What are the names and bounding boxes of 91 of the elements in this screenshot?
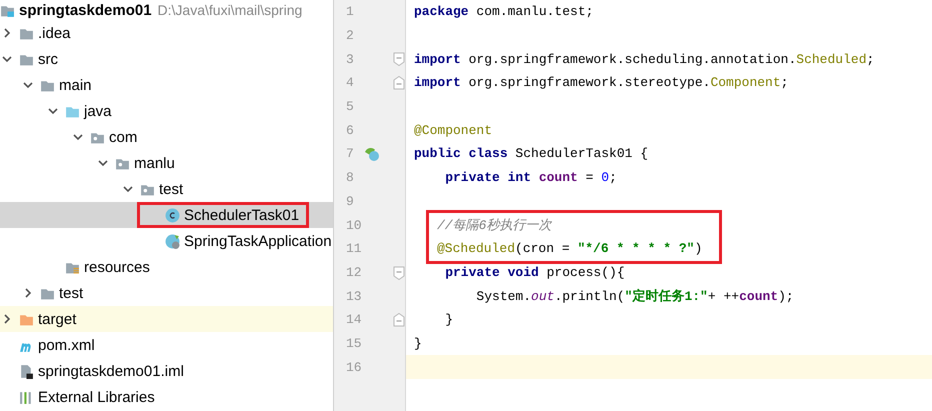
file-icon <box>19 364 34 378</box>
tree-item[interactable]: resources <box>0 254 333 280</box>
code-token: private int <box>444 170 532 186</box>
line-number: 8 <box>346 170 354 186</box>
code-token: 0 <box>601 170 610 186</box>
code-token: count <box>739 288 778 304</box>
code-token: "定时任务1:" <box>624 288 708 306</box>
tree-item-label: SpringTaskApplication <box>184 232 332 250</box>
code-token: (cron = <box>515 241 571 256</box>
tree-item-label: springtaskdemo01.iml <box>38 362 184 380</box>
tree-item[interactable]: .idea <box>0 20 333 46</box>
code-token: @Scheduled <box>437 241 516 256</box>
code-token: System. <box>475 288 532 304</box>
code-token: org.springframework.stereotype. <box>468 75 710 90</box>
code-token: ; <box>780 75 788 90</box>
line-number: 14 <box>346 312 362 328</box>
fold-marker-icon[interactable] <box>393 312 405 327</box>
tree-item[interactable]: springtaskdemo01.iml <box>0 358 333 384</box>
code-token: @Component <box>414 122 492 138</box>
code-token: out <box>531 288 554 304</box>
code-token: Scheduled <box>796 52 866 67</box>
tree-item[interactable]: test <box>0 280 333 306</box>
line-number: 10 <box>346 218 362 233</box>
code-token: ); <box>778 288 794 304</box>
tree-item-label: java <box>84 102 112 120</box>
code-token: + ++ <box>708 288 740 304</box>
tree-item-label: test <box>59 284 84 302</box>
line-number: 2 <box>346 28 354 44</box>
tree-item[interactable]: pom.xml <box>0 332 333 358</box>
code-token: public class <box>414 146 508 162</box>
line-number: 1 <box>346 4 354 20</box>
code-token: ) <box>694 241 702 256</box>
tree-item-label: .idea <box>38 24 71 42</box>
tree-item-label: test <box>159 180 184 198</box>
code-token: import <box>414 52 461 67</box>
project-path: D:\Java\fuxi\mail\spring <box>158 2 302 18</box>
code-token: "*/6 * * * * ?" <box>577 241 694 256</box>
tree-item-label: main <box>59 76 92 94</box>
code-token: process(){ <box>546 264 625 280</box>
tree-item[interactable]: target <box>0 306 333 332</box>
tree-item-label: com <box>109 128 138 146</box>
tree-item[interactable]: com <box>0 124 333 150</box>
tree-item-label: manlu <box>134 154 175 172</box>
line-number: 5 <box>346 99 354 114</box>
code-token: com.manlu.test; <box>475 4 594 20</box>
tree-item[interactable]: src <box>0 46 333 72</box>
line-number: 9 <box>346 194 354 209</box>
line-number: 15 <box>346 336 362 351</box>
libraries-icon <box>19 390 34 404</box>
code-token: //每隔6秒执行一次 <box>437 217 552 234</box>
line-number: 13 <box>346 288 362 304</box>
spring-class-icon <box>165 234 180 248</box>
line-number: 6 <box>346 122 354 138</box>
class-icon <box>165 208 180 222</box>
code-token: count <box>538 170 578 186</box>
code-token: org.springframework.scheduling.annotation. <box>468 52 796 67</box>
code-token: } <box>414 336 422 351</box>
code-token: package <box>414 4 469 20</box>
tree-item-label: resources <box>84 258 150 276</box>
tree-item[interactable]: main <box>0 72 333 98</box>
code-token: .println( <box>554 288 625 304</box>
code-token: ; <box>866 52 874 67</box>
tree-item-label: pom.xml <box>38 336 95 354</box>
fold-marker-icon[interactable] <box>393 52 405 66</box>
tree-item-label: src <box>38 50 58 68</box>
line-number: 12 <box>346 264 362 280</box>
code-token: import <box>414 75 461 90</box>
tree-item[interactable]: External Libraries <box>0 384 333 410</box>
line-number: 11 <box>346 241 362 256</box>
tree-item-label: External Libraries <box>38 388 155 406</box>
tree-item[interactable]: test <box>0 176 333 202</box>
tree-item[interactable]: SchedulerTask01 <box>0 202 333 228</box>
fold-marker-icon[interactable] <box>393 76 405 90</box>
tree-item[interactable]: manlu <box>0 150 333 176</box>
tree-root[interactable]: springtaskdemo01 D:\Java\fuxi\mail\spring <box>0 0 333 20</box>
code-token: SchedulerTask01 { <box>514 146 648 162</box>
line-number: 4 <box>346 75 354 90</box>
tree-item[interactable]: SpringTaskApplication <box>0 228 333 254</box>
tree-item[interactable]: java <box>0 98 333 124</box>
fold-marker-icon[interactable] <box>393 266 405 280</box>
tree-item-label: SchedulerTask01 <box>184 206 300 224</box>
code-token: private void <box>444 264 539 280</box>
line-number: 3 <box>346 52 354 67</box>
line-number: 7 <box>346 146 354 162</box>
tree-item-label: target <box>38 310 76 328</box>
code-token: Component <box>710 75 781 90</box>
code-token: ; <box>609 170 617 186</box>
project-name: springtaskdemo01 <box>19 2 152 18</box>
line-number: 16 <box>346 360 362 375</box>
code-token: = <box>584 170 594 186</box>
code-token: } <box>444 312 454 328</box>
